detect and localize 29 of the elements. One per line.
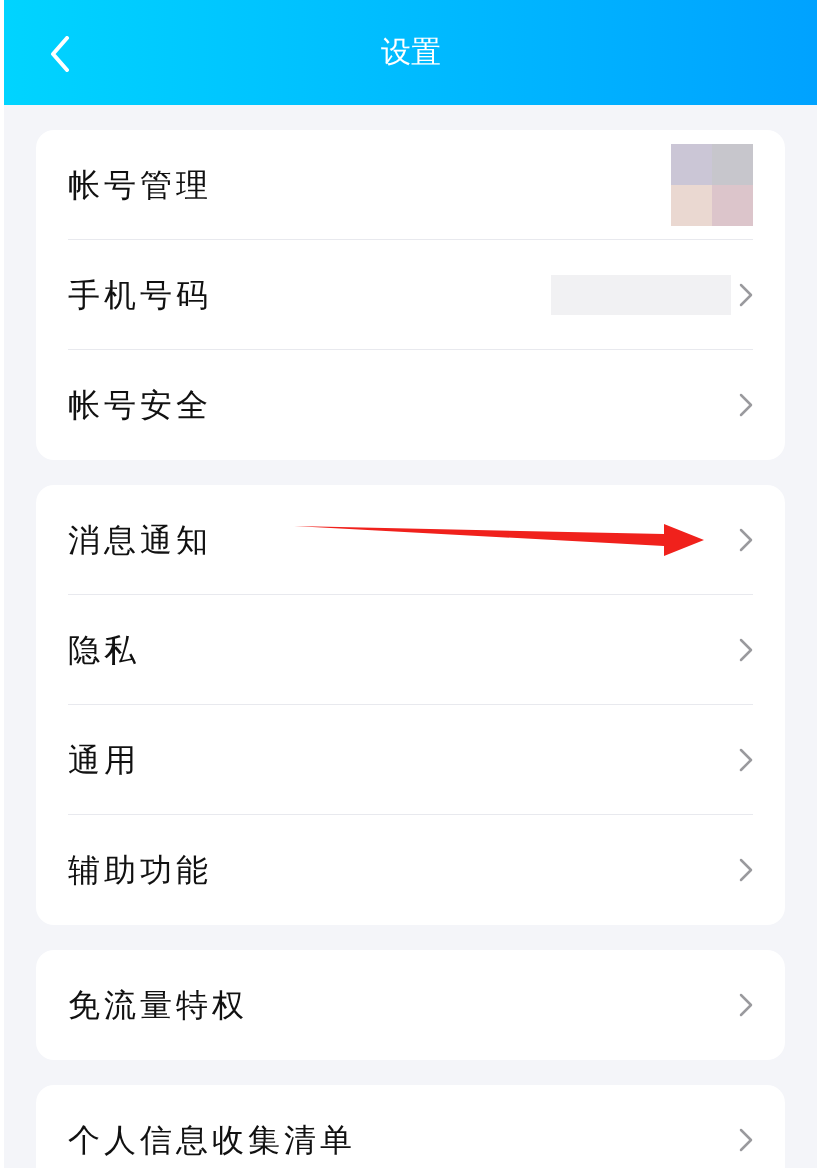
row-label: 免流量特权 bbox=[68, 985, 248, 1026]
settings-row[interactable]: 消息通知 bbox=[68, 485, 753, 595]
row-label: 个人信息收集清单 bbox=[68, 1120, 356, 1161]
back-icon bbox=[50, 36, 70, 72]
row-label: 帐号管理 bbox=[68, 164, 212, 206]
row-label: 辅助功能 bbox=[68, 850, 212, 891]
row-label: 消息通知 bbox=[68, 519, 212, 561]
settings-row[interactable]: 通用 bbox=[68, 705, 753, 815]
chevron-right-icon bbox=[739, 527, 753, 552]
row-label: 通用 bbox=[68, 739, 140, 781]
chevron-right-icon bbox=[739, 747, 753, 772]
chevron-right-icon bbox=[739, 858, 753, 882]
page-title: 设置 bbox=[380, 33, 441, 71]
settings-row[interactable]: 手机号码 bbox=[68, 240, 753, 350]
chevron-right-icon bbox=[739, 993, 753, 1017]
chevron-right-icon bbox=[739, 637, 753, 662]
settings-row[interactable]: 隐私 bbox=[68, 595, 753, 705]
chevron-right-icon bbox=[739, 282, 753, 307]
settings-row[interactable]: 帐号管理 bbox=[68, 130, 753, 240]
chevron-right-icon bbox=[739, 1128, 753, 1152]
settings-row[interactable]: 辅助功能 bbox=[68, 815, 753, 925]
row-label: 帐号安全 bbox=[68, 385, 212, 426]
settings-row[interactable]: 个人信息收集清单 bbox=[68, 1085, 753, 1168]
row-label: 手机号码 bbox=[68, 274, 212, 316]
settings-row[interactable]: 免流量特权 bbox=[68, 950, 753, 1060]
settings-row[interactable]: 帐号安全 bbox=[68, 350, 753, 460]
chevron-right-icon bbox=[739, 393, 753, 417]
row-label: 隐私 bbox=[68, 629, 140, 671]
avatar-mosaic-icon bbox=[671, 143, 753, 226]
